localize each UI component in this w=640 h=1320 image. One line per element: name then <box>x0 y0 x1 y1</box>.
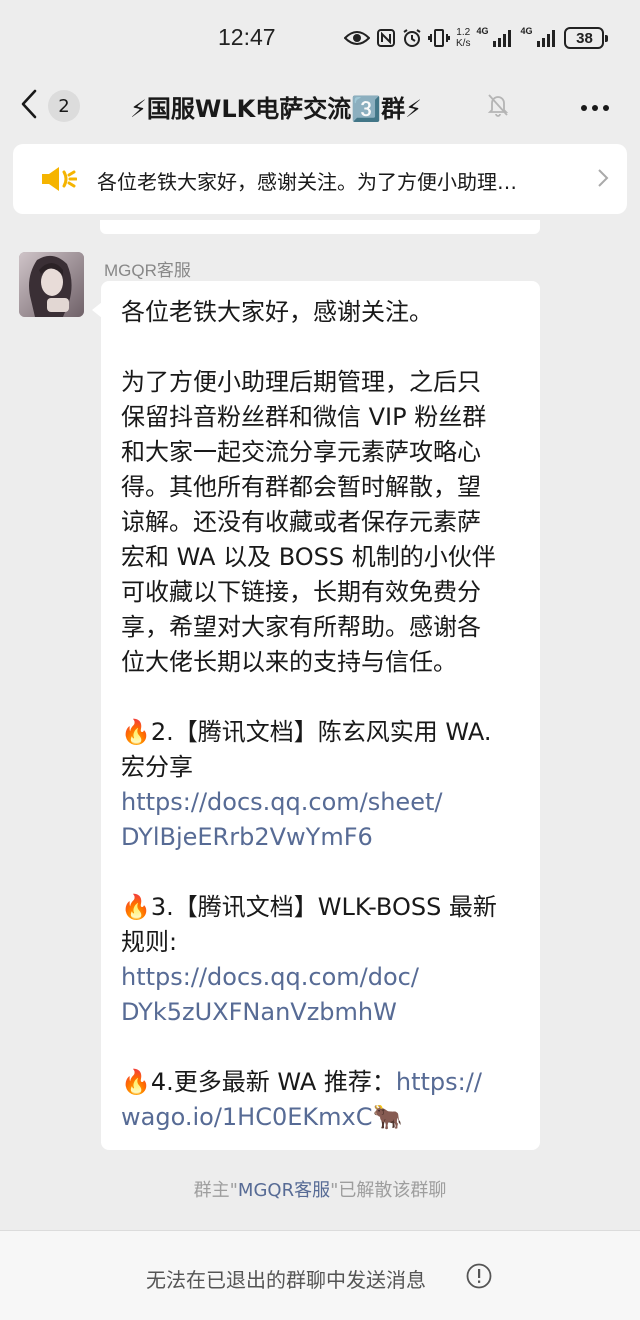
message-bubble[interactable]: 各位老铁大家好，感谢关注。 为了方便小助理后期管理，之后只 保留抖音粉丝群和微信… <box>101 281 540 1150</box>
notice-suffix: "已解散该群聊 <box>330 1180 447 1201</box>
status-bar: 12:47 1.2 K/s 4G 4G 38 <box>0 0 640 72</box>
wago-link-cont[interactable]: wago.io/1HC0EKmxC <box>121 1103 372 1131</box>
network-type-2: 4G <box>520 26 533 36</box>
chevron-right-icon <box>597 168 609 192</box>
bottom-bar: 无法在已退出的群聊中发送消息 <box>0 1230 640 1320</box>
message-line: 为了方便小助理后期管理，之后只 <box>121 368 481 396</box>
vibrate-icon <box>428 28 450 48</box>
signal-icon-2 <box>536 29 558 47</box>
docs-link-doc[interactable]: https://docs.qq.com/doc/ <box>121 960 522 995</box>
message-line: 位大佬长期以来的支持与信任。 <box>121 648 457 676</box>
speed-unit: K/s <box>456 38 471 49</box>
more-button[interactable] <box>578 90 612 122</box>
message-line <box>121 1030 522 1065</box>
docs-link-sheet[interactable]: https://docs.qq.com/sheet/ <box>121 785 522 820</box>
network-type-1: 4G <box>476 26 489 36</box>
more-dots-icon <box>580 97 610 116</box>
pinned-text: 各位老铁大家好，感谢关注。为了方便小助理… <box>97 170 517 194</box>
signal-icon <box>492 29 514 47</box>
alarm-icon <box>402 28 422 48</box>
message-line: 和大家一起交流分享元素萨攻略心 <box>121 438 481 466</box>
message-line: 享，希望对大家有所帮助。感谢各 <box>121 613 481 641</box>
previous-message-edge <box>100 220 540 234</box>
chevron-left-icon <box>20 89 38 123</box>
bell-off-icon <box>486 92 510 122</box>
message-line <box>121 855 522 890</box>
wago-link[interactable]: https:// <box>396 1068 482 1096</box>
message-line: 宏和 WA 以及 BOSS 机制的小伙伴 <box>121 543 496 571</box>
speaker-icon <box>39 164 78 198</box>
status-time: 12:47 <box>218 24 276 50</box>
item4-prefix: 🔥4.更多最新 WA 推荐： <box>121 1068 396 1096</box>
message-line: 保留抖音粉丝群和微信 VIP 粉丝群 <box>121 403 487 431</box>
unread-badge: 2 <box>48 90 80 122</box>
link-text: https://docs.qq.com/sheet/ <box>121 788 443 816</box>
docs-link-doc-cont[interactable]: DYk5zUXFNanVzbmhW <box>121 995 522 1030</box>
ox-emoji: 🐂 <box>372 1103 403 1131</box>
avatar[interactable] <box>19 252 84 317</box>
battery-level: 38 <box>576 29 593 47</box>
link-text: https://docs.qq.com/doc/ <box>121 963 419 991</box>
nfc-icon <box>376 28 396 48</box>
pinned-announcement[interactable]: 各位老铁大家好，感谢关注。为了方便小助理… <box>13 144 627 214</box>
link-text: DYlBjeERrb2VwYmF6 <box>121 823 373 851</box>
message-line: 各位老铁大家好，感谢关注。 <box>121 298 433 326</box>
message-line <box>121 680 522 715</box>
eye-icon <box>344 29 370 47</box>
message-line: 🔥2.【腾讯文档】陈玄风实用 WA. <box>121 718 492 746</box>
network-speed: 1.2 K/s <box>456 27 470 49</box>
message-line: 规则: <box>121 928 178 956</box>
message-line <box>121 330 522 365</box>
sender-name: MGQR客服 <box>104 261 191 280</box>
info-circle-icon[interactable] <box>466 1263 492 1293</box>
chat-header: 2 ⚡国服WLK电萨交流3️⃣群⚡ <box>0 72 640 140</box>
notice-prefix: 群主" <box>193 1180 238 1201</box>
back-button[interactable]: 2 <box>20 88 90 124</box>
message-line-item4-cont: wago.io/1HC0EKmxC🐂 <box>121 1100 522 1135</box>
battery-icon: 38 <box>564 27 609 49</box>
speed-value: 1.2 <box>456 27 471 38</box>
message-line: 谅解。还没有收藏或者保存元素萨 <box>121 508 481 536</box>
message-line: 可收藏以下链接，长期有效免费分 <box>121 578 481 606</box>
message-line: 宏分享 <box>121 753 193 781</box>
system-notice: 群主"MGQR客服"已解散该群聊 <box>0 1176 640 1202</box>
link-text: DYk5zUXFNanVzbmhW <box>121 998 397 1026</box>
status-icons: 1.2 K/s 4G 4G 38 <box>344 24 609 52</box>
owner-name-link[interactable]: MGQR客服 <box>238 1180 330 1201</box>
cannot-send-text: 无法在已退出的群聊中发送消息 <box>146 1268 426 1292</box>
message-line: 🔥3.【腾讯文档】WLK-BOSS 最新 <box>121 893 497 921</box>
chat-title: ⚡国服WLK电萨交流3️⃣群⚡ <box>130 95 422 123</box>
message-line-item4: 🔥4.更多最新 WA 推荐：https:// <box>121 1065 522 1100</box>
message-line: 得。其他所有群都会暂时解散，望 <box>121 473 481 501</box>
docs-link-sheet-cont[interactable]: DYlBjeERrb2VwYmF6 <box>121 820 522 855</box>
